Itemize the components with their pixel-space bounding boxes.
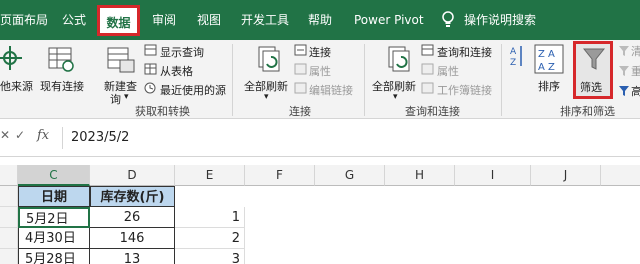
svg-text:Z: Z (510, 58, 516, 68)
filter-button[interactable]: 筛选 (573, 41, 613, 99)
existing-connections-icon (48, 47, 74, 72)
sort-button[interactable]: 排序 (538, 78, 560, 94)
formula-input[interactable]: 2023/5/2 (62, 127, 640, 149)
advanced-filter-icon (619, 86, 629, 96)
query-properties-button[interactable]: 属性 (437, 63, 459, 79)
formula-bar-controls: ✕ ✓ fx (0, 127, 62, 149)
column-header-partial[interactable] (0, 165, 18, 186)
edit-links-button[interactable]: 编辑链接 (309, 82, 353, 98)
from-table-icon (144, 63, 157, 75)
row-header[interactable] (0, 207, 18, 228)
column-header-d[interactable]: D (90, 165, 175, 186)
queries-connections-button[interactable]: 查询和连接 (437, 44, 492, 60)
chevron-down-icon: ▾ (393, 92, 398, 102)
existing-connections-button[interactable]: 现有连接 (40, 78, 84, 94)
from-other-sources-button[interactable]: 他来源 (0, 78, 33, 94)
tab-review[interactable]: 审阅 (152, 8, 176, 32)
row-header[interactable] (0, 249, 18, 264)
table-cell-index[interactable]: 1 (175, 207, 245, 228)
table-cell-stock[interactable]: 26 (90, 207, 175, 228)
sort-filter-group-label: 排序和筛选 (560, 105, 615, 118)
table-cell-stock[interactable]: 13 (90, 249, 175, 264)
connections-button[interactable]: 连接 (309, 44, 331, 60)
recent-sources-icon (144, 82, 156, 94)
properties-button[interactable]: 属性 (309, 63, 331, 79)
lightbulb-icon (442, 11, 454, 27)
table-cell-date[interactable]: 4月30日 (18, 228, 90, 249)
tab-developer[interactable]: 开发工具 (241, 8, 289, 32)
selected-cell-date[interactable]: 5月2日 (18, 207, 90, 228)
properties-icon (421, 63, 434, 75)
table-header-stock[interactable]: 库存数(斤) (90, 186, 175, 207)
chevron-down-icon: ▾ (124, 92, 129, 102)
column-header-g[interactable]: G (315, 165, 385, 186)
queries-connections-icon (421, 44, 434, 56)
filter-funnel-icon (583, 48, 605, 70)
new-query-icon (107, 47, 135, 73)
connections-icon (294, 44, 307, 56)
tab-formulas[interactable]: 公式 (62, 8, 86, 32)
column-header-f[interactable]: F (245, 165, 315, 186)
ribbon-data: 他来源 现有连接 新建查 询 ▾ 显示查询 从表格 最近使用的源 获取和转换 全… (0, 40, 640, 119)
table-cell-index[interactable]: 3 (175, 249, 245, 264)
filter-label: 筛选 (580, 81, 602, 94)
get-transform-group-label: 获取和转换 (135, 105, 190, 118)
clear-filter-button[interactable]: 清 (631, 43, 640, 59)
show-queries-icon (144, 44, 157, 56)
tab-help[interactable]: 帮助 (308, 8, 332, 32)
workbook-links-button[interactable]: 工作簿链接 (437, 82, 492, 98)
sort-ascending-icon: A Z (510, 46, 522, 68)
cancel-icon[interactable]: ✕ (0, 128, 10, 142)
svg-text:A Z: A Z (538, 62, 555, 73)
tab-data[interactable]: 数据 (97, 5, 140, 36)
formula-bar: ✕ ✓ fx 2023/5/2 (0, 119, 640, 157)
other-sources-icon (0, 46, 22, 70)
enter-icon[interactable]: ✓ (15, 128, 25, 142)
column-header-c[interactable]: C (18, 165, 90, 186)
column-header-i[interactable]: I (455, 165, 531, 186)
group-separator (232, 44, 233, 116)
row-header[interactable] (0, 228, 18, 249)
tab-view[interactable]: 视图 (197, 8, 221, 32)
column-header-j[interactable]: J (531, 165, 601, 186)
table-cell-stock[interactable]: 146 (90, 228, 175, 249)
refresh-all-icon (388, 46, 410, 72)
group-separator (364, 44, 365, 116)
ribbon-tab-bar: 页面布局 公式 数据 审阅 视图 开发工具 帮助 Power Pivot 操作说… (0, 0, 640, 40)
table-cell-date[interactable]: 5月28日 (18, 249, 90, 264)
refresh-all-icon (258, 46, 280, 72)
queries-group-label: 查询和连接 (405, 105, 460, 118)
tell-me-search[interactable]: 操作说明搜索 (464, 8, 536, 32)
column-header-k[interactable] (601, 165, 640, 186)
worksheet-grid: C D E F G H I J 日期 库存数(斤) 5月2日 26 1 4月30… (0, 157, 640, 264)
column-header-e[interactable]: E (175, 165, 245, 186)
row-header[interactable] (0, 186, 18, 207)
group-separator (501, 44, 502, 116)
from-table-button[interactable]: 从表格 (160, 63, 193, 79)
tab-page-layout[interactable]: 页面布局 (0, 8, 48, 32)
column-header-h[interactable]: H (385, 165, 455, 186)
reapply-button[interactable]: 重 (631, 63, 640, 79)
tab-power-pivot[interactable]: Power Pivot (354, 8, 424, 32)
new-query-label-2: 询 (110, 93, 121, 106)
properties-icon (294, 63, 307, 75)
workbook-links-icon (421, 82, 434, 94)
connections-group-label: 连接 (289, 105, 311, 118)
table-header-date[interactable]: 日期 (18, 186, 90, 207)
table-cell-index[interactable]: 2 (175, 228, 245, 249)
advanced-filter-button[interactable]: 高 (631, 83, 640, 99)
sort-icon: Z A A Z (534, 44, 564, 74)
svg-text:A: A (510, 47, 517, 57)
chevron-down-icon: ▾ (264, 92, 269, 102)
reapply-icon (619, 66, 629, 76)
svg-text:Z A: Z A (538, 49, 555, 60)
show-queries-button[interactable]: 显示查询 (160, 44, 204, 60)
recent-sources-button[interactable]: 最近使用的源 (160, 82, 226, 98)
insert-function-icon[interactable]: fx (37, 128, 49, 143)
clear-filter-icon (619, 46, 629, 56)
edit-links-icon (294, 82, 307, 94)
